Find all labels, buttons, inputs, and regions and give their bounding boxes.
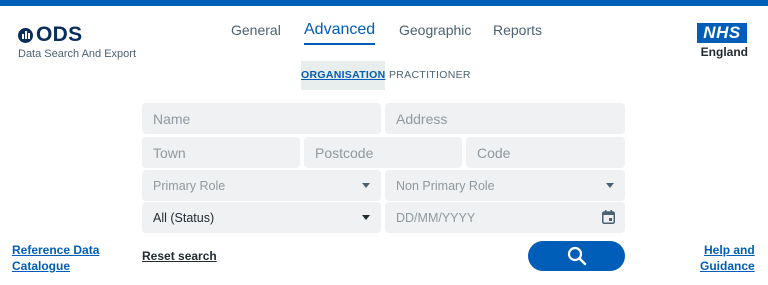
nav-item-geographic[interactable]: Geographic <box>399 22 471 38</box>
search-icon <box>567 246 586 266</box>
nav-item-advanced[interactable]: Advanced <box>304 21 376 45</box>
chevron-down-icon <box>362 183 370 188</box>
primary-role-select[interactable]: Primary Role <box>142 170 381 201</box>
address-input[interactable]: Address <box>385 103 625 134</box>
name-input[interactable]: Name <box>142 103 381 134</box>
town-input[interactable]: Town <box>142 137 300 168</box>
status-select[interactable]: All (Status) <box>142 202 381 233</box>
code-input[interactable]: Code <box>466 137 625 168</box>
reset-search-link[interactable]: Reset search <box>142 249 217 263</box>
nhs-logo-mark: NHS <box>697 23 747 43</box>
tab-organisation[interactable]: ORGANISATION <box>301 61 385 90</box>
calendar-icon[interactable] <box>602 210 615 224</box>
nav-item-general[interactable]: General <box>231 22 281 38</box>
chevron-down-icon <box>362 215 370 220</box>
main-nav: General Advanced Geographic Reports <box>0 0 768 50</box>
active-nav-underline <box>304 43 376 45</box>
non-primary-role-select[interactable]: Non Primary Role <box>385 170 625 201</box>
tab-practitioner[interactable]: PRACTITIONER <box>389 61 471 90</box>
reference-data-catalogue-link[interactable]: Reference Data Catalogue <box>12 242 99 274</box>
postcode-input[interactable]: Postcode <box>304 137 462 168</box>
chevron-down-icon <box>606 183 614 188</box>
date-input[interactable]: DD/MM/YYYY <box>385 202 625 233</box>
nav-item-reports[interactable]: Reports <box>493 22 542 38</box>
search-button[interactable] <box>528 241 625 271</box>
help-and-guidance-link[interactable]: Help and Guidance <box>700 242 755 274</box>
nhs-logo-subtitle: England <box>700 45 748 59</box>
nhs-england-logo[interactable]: NHS England <box>697 23 749 59</box>
